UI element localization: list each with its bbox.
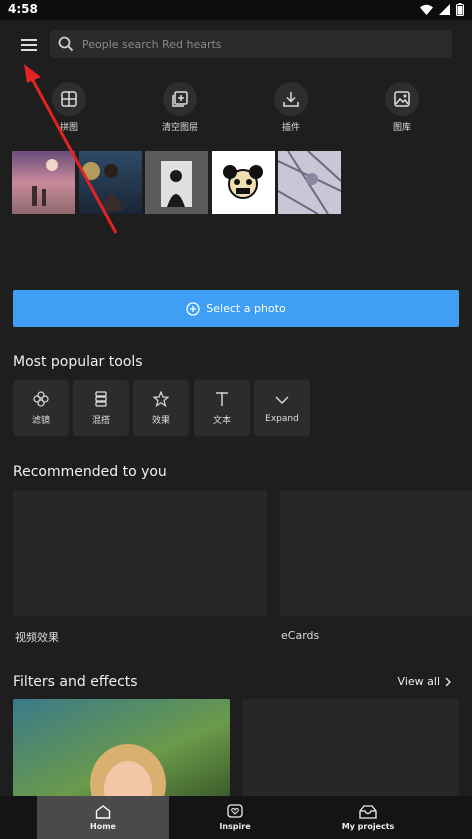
nav-home[interactable]: Home — [37, 796, 169, 839]
quick-action-clear-layers[interactable]: 清空图层 — [145, 82, 215, 133]
home-icon — [95, 804, 111, 819]
tool-label: 滤镜 — [31, 415, 50, 426]
clear-layers-icon-wrap — [163, 82, 197, 116]
chevron-down-icon — [274, 392, 290, 408]
download-icon-wrap — [274, 82, 308, 116]
status-icons — [420, 3, 464, 16]
quick-action-plugins[interactable]: 插件 — [256, 82, 326, 133]
filter-card-2[interactable] — [242, 699, 459, 799]
nav-label: Inspire — [219, 822, 251, 831]
quick-action-label: 插件 — [281, 123, 300, 133]
tool-text[interactable]: 文本 — [194, 380, 250, 436]
nav-my-projects[interactable]: My projects — [302, 796, 434, 839]
recent-photo-4[interactable] — [212, 151, 275, 214]
nav-label: My projects — [341, 821, 395, 831]
menu-button[interactable] — [14, 30, 44, 60]
wifi-icon — [420, 4, 433, 15]
search-bar[interactable] — [50, 30, 452, 58]
view-all-label: View all — [397, 675, 440, 688]
quick-action-collage[interactable]: 拼图 — [34, 82, 104, 133]
recommended-card-ecards[interactable] — [280, 490, 472, 616]
quick-action-gallery[interactable]: 图库 — [367, 82, 437, 133]
nav-inspire[interactable]: Inspire — [169, 796, 301, 839]
folder-icon — [359, 804, 377, 819]
recommended-label: eCards — [281, 629, 320, 642]
tool-label: Expand — [265, 414, 299, 424]
tool-label: 文本 — [212, 415, 231, 426]
view-all-link[interactable]: View all — [398, 675, 452, 688]
signal-icon — [439, 4, 450, 15]
heart-icon — [227, 804, 243, 819]
collage-icon — [61, 91, 77, 107]
tool-label: 效果 — [151, 415, 170, 426]
filter-card-portrait[interactable] — [13, 699, 230, 799]
tool-effects[interactable]: 效果 — [133, 380, 189, 436]
quick-action-label: 拼图 — [59, 123, 78, 133]
recent-photo-3[interactable] — [145, 151, 208, 214]
recent-photo-1[interactable] — [12, 151, 75, 214]
plus-circle-icon — [186, 301, 200, 316]
select-photo-label: Select a photo — [206, 302, 286, 315]
search-icon — [58, 36, 74, 52]
flower-icon — [33, 390, 49, 407]
gallery-icon — [394, 91, 410, 107]
download-icon — [283, 91, 299, 107]
chevron-right-icon — [444, 677, 452, 687]
tool-label: 混搭 — [91, 415, 110, 426]
tool-remix[interactable]: 混搭 — [73, 380, 129, 436]
tool-filters[interactable]: 滤镜 — [13, 380, 69, 436]
star-icon — [153, 390, 169, 407]
recommended-card-video-effects[interactable] — [13, 490, 267, 616]
quick-action-label: 图库 — [392, 123, 411, 133]
filters-title: Filters and effects — [13, 674, 138, 690]
stack-icon — [93, 390, 109, 407]
recent-photo-2[interactable] — [79, 151, 142, 214]
search-input[interactable] — [80, 36, 444, 52]
clear-layers-icon — [172, 91, 188, 107]
status-time: 4:58 — [8, 2, 38, 16]
collage-icon-wrap — [52, 82, 86, 116]
popular-tools-title: Most popular tools — [13, 354, 143, 370]
recommended-title: Recommended to you — [13, 464, 167, 480]
recommended-label: 视频效果 — [15, 631, 59, 644]
text-icon — [214, 391, 230, 407]
select-photo-button[interactable]: Select a photo — [13, 290, 459, 327]
battery-icon — [456, 3, 464, 16]
nav-label: Home — [90, 821, 116, 831]
gallery-icon-wrap — [385, 82, 419, 116]
status-bar: 4:58 — [0, 0, 472, 20]
hamburger-icon — [21, 39, 37, 51]
recent-photo-5[interactable] — [278, 151, 341, 214]
tool-expand[interactable]: Expand — [254, 380, 310, 436]
bottom-navigation: Home Inspire My projects — [0, 796, 472, 839]
quick-action-label: 清空图层 — [161, 123, 198, 133]
